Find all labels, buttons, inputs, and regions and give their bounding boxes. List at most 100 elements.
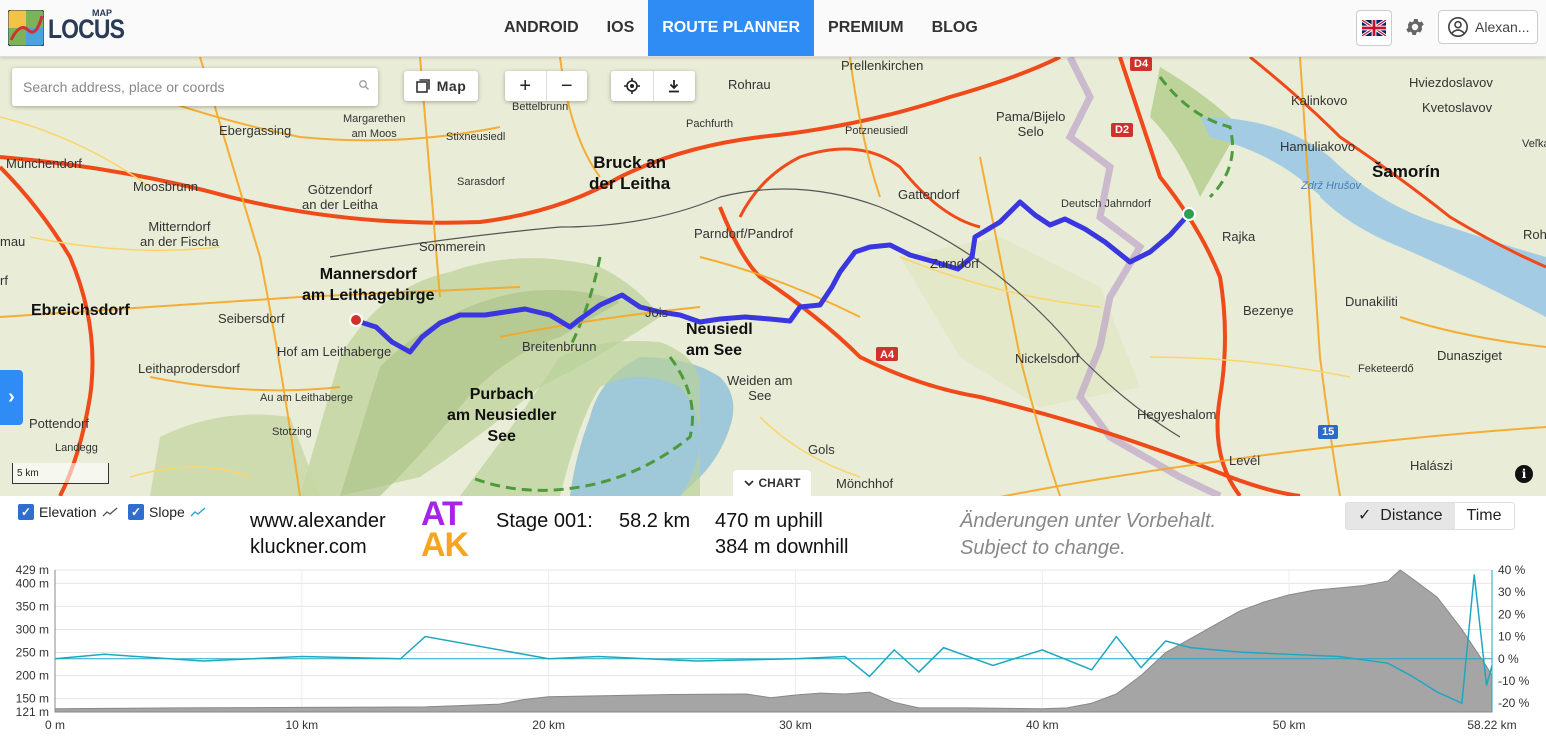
place-kvetoslavov: Kvetoslavov	[1422, 100, 1493, 115]
map-view[interactable]: Prellenkirchen Rohrau Gerhaus Bettelbrun…	[0, 57, 1546, 496]
place-ebreichsdorf: Ebreichsdorf	[31, 302, 130, 319]
y-left-tick-label: 400 m	[16, 576, 49, 590]
zoom-in-button[interactable]: +	[505, 71, 546, 101]
y-left-tick-label: 200 m	[16, 669, 49, 683]
chart-tab-label: CHART	[758, 476, 801, 490]
slope-trend-icon	[190, 507, 206, 517]
place-nickelsdorf: Nickelsdorf	[1015, 351, 1080, 366]
slope-checkbox[interactable]: ✓ Slope	[128, 504, 206, 520]
place-hrusov: Zdrž Hrušov	[1301, 180, 1361, 192]
place-sommerein: Sommerein	[419, 239, 486, 254]
place-prellenkirchen: Prellenkirchen	[841, 58, 924, 73]
nav-android[interactable]: ANDROID	[490, 0, 593, 56]
place-mitterndorf: Mitterndorf an der Fischa	[140, 219, 219, 249]
logo-sup-text: MAP	[92, 8, 112, 18]
map-scale-bar: 5 km	[12, 463, 109, 484]
distance-toggle[interactable]: ✓ Distance	[1346, 503, 1455, 529]
elevation-checkbox[interactable]: ✓ Elevation	[18, 504, 118, 520]
zoom-out-button[interactable]: −	[545, 71, 588, 101]
locate-button[interactable]	[611, 71, 653, 101]
place-deutschjahrndorf: Deutsch Jahrndorf	[1061, 198, 1151, 210]
map-tool-controls	[611, 71, 695, 101]
map-layer-button[interactable]: Map	[404, 71, 478, 101]
place-stotzing: Stotzing	[272, 426, 312, 438]
place-gols: Gols	[808, 442, 835, 457]
place-parndorf: Parndorf/Pandrof	[694, 226, 794, 241]
stage-label: Stage 001:	[496, 510, 593, 532]
place-rajka: Rajka	[1222, 229, 1256, 244]
place-jois: Jois	[645, 305, 669, 320]
zoom-controls: + −	[505, 71, 587, 101]
user-account-button[interactable]: Alexan...	[1438, 10, 1538, 44]
stage-uphill: 470 m uphill	[715, 510, 823, 532]
place-gotzendorf: Götzendorf an der Leitha	[302, 182, 378, 212]
disclaimer-line2: Subject to change.	[960, 537, 1126, 559]
place-pachfurth: Pachfurth	[686, 118, 734, 130]
main-menu: ANDROID IOS ROUTE PLANNER PREMIUM BLOG	[490, 0, 992, 56]
checkbox-checked-icon: ✓	[128, 504, 144, 520]
download-button[interactable]	[652, 71, 696, 101]
y-left-tick-label: 121 m	[16, 705, 49, 719]
nav-ios[interactable]: IOS	[593, 0, 649, 56]
y-left-tick-label: 429 m	[16, 563, 49, 577]
place-velka: Veľka	[1522, 138, 1546, 150]
search-icon[interactable]	[350, 78, 378, 96]
user-name: Alexan...	[1475, 19, 1530, 35]
x-tick-label: 0 m	[45, 718, 65, 732]
place-bezenye: Bezenye	[1243, 303, 1294, 318]
nav-premium[interactable]: PREMIUM	[814, 0, 918, 56]
place-au: Au am Leithaberge	[260, 392, 353, 404]
map-layer-cell: Map	[404, 71, 478, 101]
place-weiden: Weiden am See	[727, 373, 793, 403]
place-kalinkovo: Kalinkovo	[1291, 93, 1348, 108]
place-sarasdorf: Sarasdorf	[457, 176, 505, 188]
sidebar-toggle-button[interactable]: ›	[0, 370, 23, 425]
disclaimer-note: Änderungen unter Vorbehalt. Subject to c…	[960, 508, 1216, 562]
user-icon	[1448, 17, 1468, 37]
top-nav: LOCUS MAP ANDROID IOS ROUTE PLANNER PREM…	[0, 0, 1546, 57]
place-halaszi: Halászi	[1410, 458, 1453, 473]
place-seibersdorf: Seibersdorf	[218, 311, 285, 326]
y-left-tick-label: 250 m	[16, 646, 49, 660]
elevation-trend-icon	[102, 507, 118, 517]
locus-map-logo[interactable]: LOCUS MAP	[8, 8, 125, 48]
place-purbach: Purbach am Neusiedler See	[447, 386, 557, 445]
elevation-chart[interactable]: 429 m400 m 350 m 300 m 250 m 200 m 150 m121 m…	[0, 562, 1546, 740]
y-left-tick-label: 350 m	[16, 599, 49, 613]
nav-route-planner[interactable]: ROUTE PLANNER	[648, 0, 815, 56]
settings-button[interactable]	[1398, 10, 1432, 44]
time-toggle[interactable]: Time	[1455, 503, 1514, 529]
place-stixneusiedl: Stixneusiedl	[446, 131, 506, 143]
chart-toggle-tab[interactable]: CHART	[733, 470, 811, 496]
road-label-a4: A4	[880, 349, 895, 361]
nav-right-controls: Alexan...	[1356, 10, 1538, 46]
place-landegg: Landegg	[55, 442, 98, 454]
x-tick-label: 58.22 km	[1467, 718, 1516, 732]
x-tick-label: 40 km	[1026, 718, 1059, 732]
place-mau: mau	[0, 234, 26, 249]
x-tick-label: 30 km	[779, 718, 812, 732]
map-layer-label: Map	[436, 78, 467, 94]
place-dunasziget: Dunasziget	[1437, 348, 1503, 363]
info-icon[interactable]: i	[1515, 465, 1533, 483]
y-left-tick-label: 150 m	[16, 692, 49, 706]
place-ebergassing: Ebergassing	[219, 123, 292, 138]
elevation-series-area	[54, 569, 1493, 713]
place-hviezdoslavov: Hviezdoslavov	[1409, 75, 1493, 90]
atak-logo-bottom: AK	[421, 526, 469, 564]
y-right-tick-label: 40 %	[1498, 563, 1526, 577]
search-input[interactable]	[21, 78, 350, 96]
axis-mode-toggle: ✓ Distance Time	[1345, 502, 1515, 530]
scale-label: 5 km	[17, 468, 39, 479]
chevron-down-icon	[743, 480, 754, 487]
y-right-tick-label: 20 %	[1498, 607, 1526, 621]
nav-blog[interactable]: BLOG	[918, 0, 992, 56]
crosshair-icon	[623, 78, 640, 94]
y-right-tick-label: -10 %	[1498, 674, 1530, 688]
place-neusiedl: Neusiedl am See	[686, 321, 753, 359]
road-label-15: 15	[1322, 426, 1335, 438]
road-label-d4: D4	[1134, 58, 1149, 70]
x-tick-label: 10 km	[285, 718, 318, 732]
language-button[interactable]	[1356, 10, 1392, 46]
place-margarethen: Margarethen am Moos	[343, 113, 406, 140]
